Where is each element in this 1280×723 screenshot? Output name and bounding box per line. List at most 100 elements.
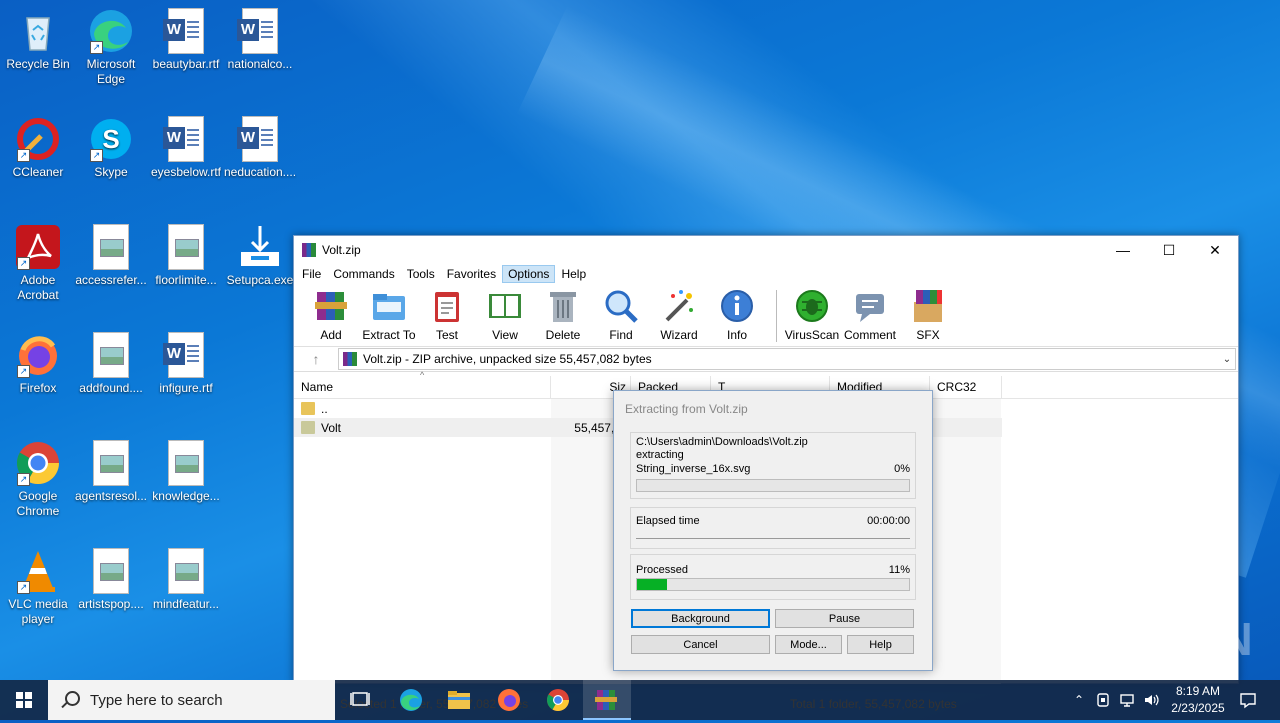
desktop-icon-nationalco[interactable]: W nationalco... <box>222 8 298 72</box>
sfx-box-icon <box>910 288 946 324</box>
desktop-icon-beautybar[interactable]: W beautybar.rtf <box>148 8 224 72</box>
show-hidden-icons-button[interactable]: ⌃ <box>1068 680 1090 720</box>
windows-logo-icon <box>16 692 32 708</box>
taskbar-chrome-button[interactable] <box>534 680 582 720</box>
mode-button[interactable]: Mode... <box>775 635 842 654</box>
desktop-icon-vlc[interactable]: ↗ VLC media player <box>0 548 76 627</box>
desktop-icon-adobe-acrobat[interactable]: ↗ Adobe Acrobat <box>0 224 76 303</box>
action-center-button[interactable] <box>1236 680 1260 720</box>
clock-date: 2/23/2025 <box>1171 701 1225 715</box>
divider <box>636 538 910 539</box>
virusscan-label: VirusScan <box>784 328 840 342</box>
word-document-icon: W <box>163 332 204 378</box>
desktop-icon-artistspop[interactable]: artistspop.... <box>73 548 149 612</box>
add-button[interactable]: Add <box>302 284 360 342</box>
delete-button[interactable]: Delete <box>534 284 592 342</box>
menu-favorites[interactable]: Favorites <box>441 265 502 283</box>
comment-label: Comment <box>843 328 896 342</box>
desktop-icon-label: artistspop.... <box>78 597 144 611</box>
elapsed-label: Elapsed time <box>636 515 700 527</box>
menu-options[interactable]: Options <box>502 265 556 283</box>
word-document-icon: W <box>163 116 204 162</box>
menu-tools[interactable]: Tools <box>401 265 441 283</box>
minimize-button[interactable]: — <box>1100 236 1146 264</box>
taskbar-firefox-button[interactable] <box>485 680 533 720</box>
wizard-label: Wizard <box>660 328 698 342</box>
tray-volume-button[interactable] <box>1140 680 1162 720</box>
desktop-icon-firefox[interactable]: ↗ Firefox <box>0 332 76 396</box>
task-view-button[interactable] <box>336 680 384 720</box>
desktop-icon-recycle-bin[interactable]: Recycle Bin <box>0 8 76 72</box>
find-button[interactable]: Find <box>592 284 650 342</box>
desktop-icon-agentsresol[interactable]: agentsresol... <box>73 440 149 504</box>
test-clipboard-icon <box>429 288 465 324</box>
comment-icon <box>852 288 888 324</box>
desktop-icon-setupca[interactable]: Setupca.exe <box>222 224 298 288</box>
comment-button[interactable]: Comment <box>841 284 899 342</box>
taskbar-winrar-button[interactable] <box>583 680 631 720</box>
desktop-icon-accessrefer[interactable]: accessrefer... <box>73 224 149 288</box>
chrome-icon <box>547 689 569 711</box>
desktop-icon-label: addfound.... <box>79 381 143 395</box>
desktop-icon-microsoft-edge[interactable]: ↗ Microsoft Edge <box>73 8 149 87</box>
desktop-icon-knowledge[interactable]: knowledge... <box>148 440 224 504</box>
toolbar: Add Extract To Test View Delete Find Wiz… <box>294 284 1238 347</box>
taskbar-file-explorer-button[interactable] <box>435 680 483 720</box>
search-icon <box>60 690 80 710</box>
tray-device-button[interactable] <box>1092 680 1114 720</box>
folder-icon <box>301 421 315 434</box>
desktop-icon-neducation[interactable]: W neducation.... <box>222 116 298 180</box>
wizard-button[interactable]: Wizard <box>650 284 708 342</box>
desktop-icon-label: Recycle Bin <box>6 57 70 71</box>
column-crc32[interactable]: CRC32 <box>930 376 1002 398</box>
desktop-icon-floorlimite[interactable]: floorlimite... <box>148 224 224 288</box>
close-button[interactable]: ✕ <box>1192 236 1238 264</box>
taskbar-clock[interactable]: 8:19 AM 2/23/2025 <box>1162 683 1234 717</box>
sfx-button[interactable]: SFX <box>899 284 957 342</box>
desktop-icon-ccleaner[interactable]: ↗ CCleaner <box>0 116 76 180</box>
menu-help[interactable]: Help <box>555 265 592 283</box>
start-button[interactable] <box>0 680 48 720</box>
magic-wand-icon <box>661 288 697 324</box>
up-arrow-icon[interactable]: ↑ <box>294 351 338 367</box>
menu-commands[interactable]: Commands <box>327 265 400 283</box>
folder-up-icon <box>301 402 315 415</box>
pause-button[interactable]: Pause <box>775 609 914 628</box>
extraction-progress-dialog[interactable]: Extracting from Volt.zip C:\Users\admin\… <box>613 390 933 671</box>
desktop-icon-mindfeatur[interactable]: mindfeatur... <box>148 548 224 612</box>
taskbar-search-box[interactable]: Type here to search <box>48 680 335 720</box>
firefox-icon: ↗ <box>15 332 61 378</box>
help-button[interactable]: Help <box>847 635 914 654</box>
extract-to-button[interactable]: Extract To <box>360 284 418 342</box>
desktop-icon-label: nationalco... <box>227 57 293 71</box>
desktop-icon-infigure[interactable]: W infigure.rtf <box>148 332 224 396</box>
archive-path: C:\Users\admin\Downloads\Volt.zip <box>636 436 808 448</box>
archive-path-combobox[interactable]: Volt.zip - ZIP archive, unpacked size 55… <box>338 348 1236 370</box>
desktop-icon-eyesbelow[interactable]: W eyesbelow.rtf <box>148 116 224 180</box>
ccleaner-icon: ↗ <box>15 116 61 162</box>
menu-file[interactable]: File <box>296 265 327 283</box>
desktop-icon-addfound[interactable]: addfound.... <box>73 332 149 396</box>
magnifier-icon <box>603 288 639 324</box>
view-button[interactable]: View <box>476 284 534 342</box>
tray-network-button[interactable] <box>1116 680 1138 720</box>
background-button[interactable]: Background <box>631 609 770 628</box>
title-bar[interactable]: Volt.zip — ☐ ✕ <box>294 236 1238 264</box>
word-document-icon: W <box>237 8 278 54</box>
window-title: Volt.zip <box>322 243 361 257</box>
desktop-icon-label: Google Chrome <box>16 489 60 518</box>
info-button[interactable]: Info <box>708 284 766 342</box>
virusscan-button[interactable]: VirusScan <box>783 284 841 342</box>
archive-path-text: Volt.zip - ZIP archive, unpacked size 55… <box>363 352 652 366</box>
test-button[interactable]: Test <box>418 284 476 342</box>
desktop-icon-skype[interactable]: S ↗ Skype <box>73 116 149 180</box>
folder-icon <box>448 691 470 709</box>
desktop-icon-google-chrome[interactable]: ↗ Google Chrome <box>0 440 76 519</box>
shortcut-arrow-icon: ↗ <box>17 365 30 378</box>
cancel-button[interactable]: Cancel <box>631 635 770 654</box>
chevron-down-icon[interactable]: ⌄ <box>1219 354 1235 365</box>
maximize-button[interactable]: ☐ <box>1146 236 1192 264</box>
taskbar-edge-button[interactable] <box>387 680 435 720</box>
desktop-icon-label: floorlimite... <box>155 273 217 287</box>
virus-scan-bug-icon <box>794 288 830 324</box>
